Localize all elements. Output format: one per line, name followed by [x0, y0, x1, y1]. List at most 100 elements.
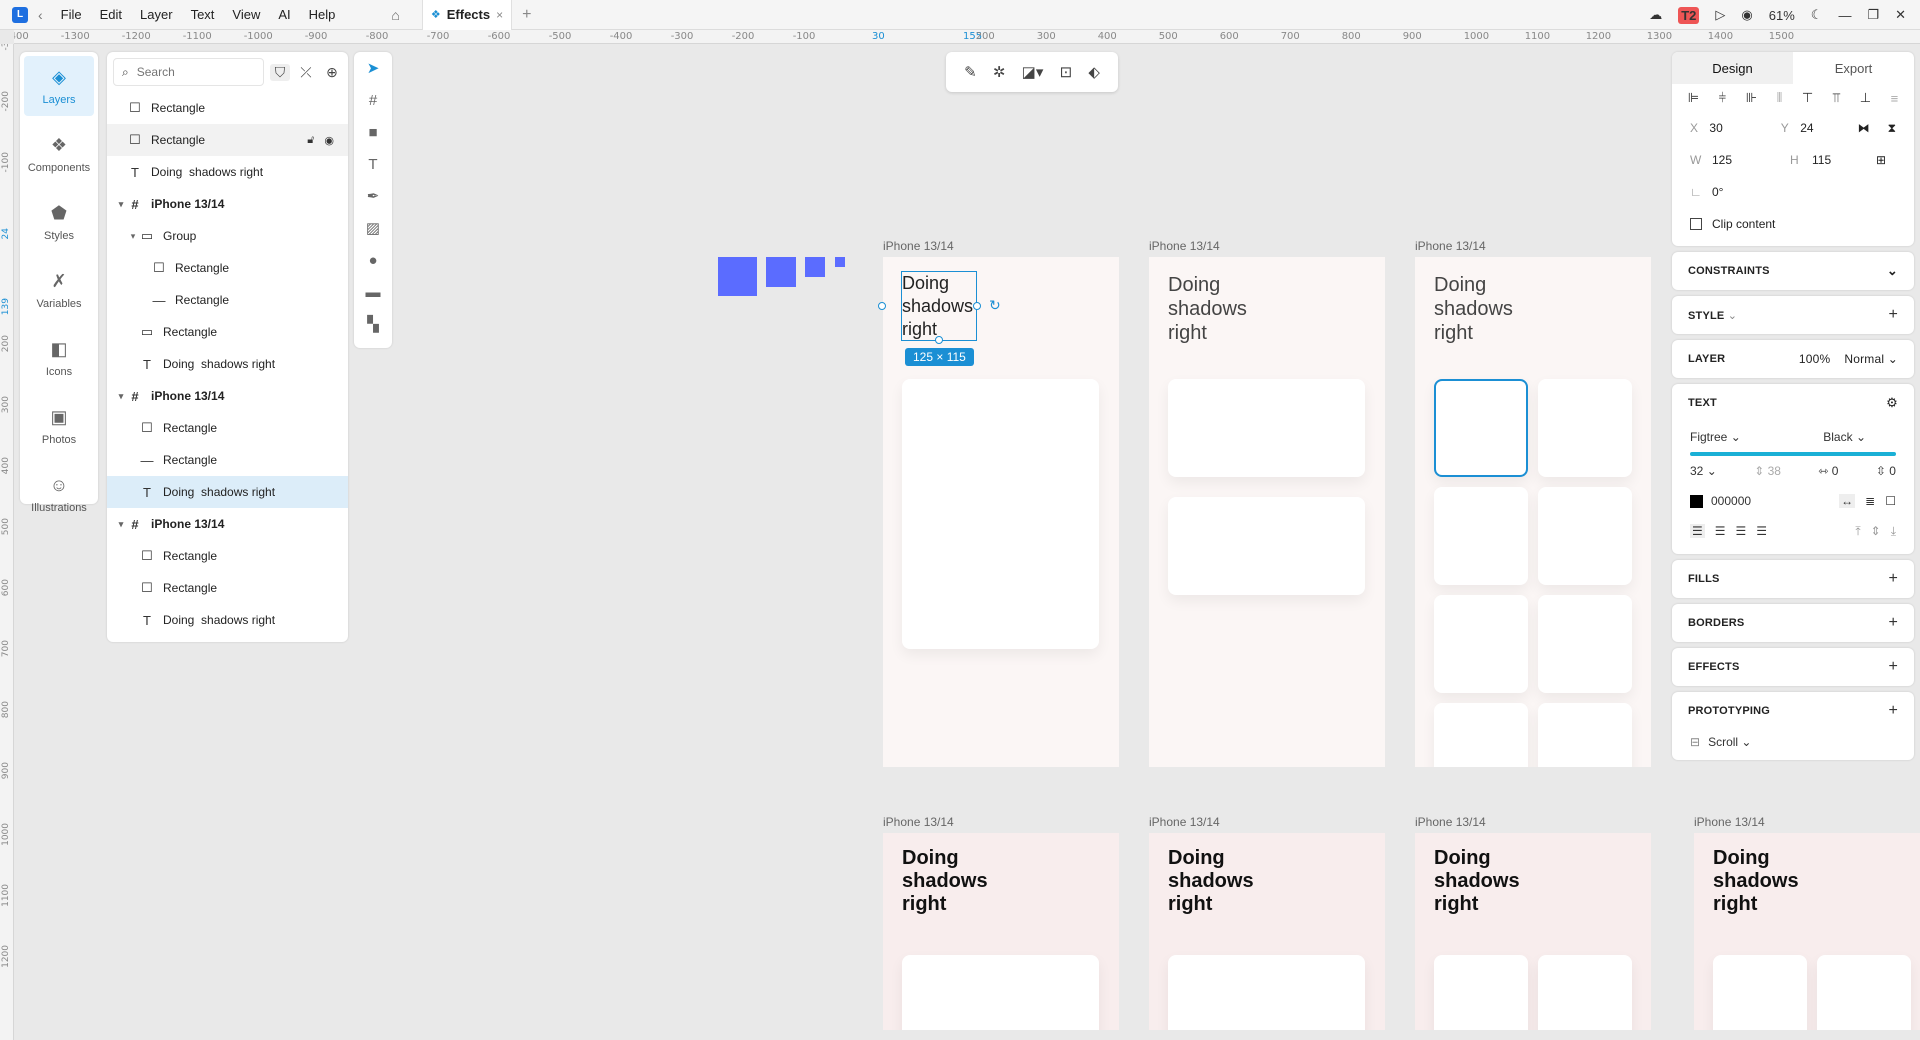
frame-label[interactable]: iPhone 13/14 — [1415, 239, 1486, 253]
visibility-eye-icon[interactable]: ◉ — [324, 134, 334, 147]
card[interactable] — [1434, 595, 1528, 693]
shape-tool-icon[interactable]: ■ — [354, 116, 392, 148]
dark-mode-icon[interactable]: ☾ — [1811, 7, 1823, 23]
paragraph-spacing-input[interactable]: ⇳ 0 — [1876, 464, 1896, 478]
layer-row[interactable]: T Doing shadows right — [107, 476, 348, 508]
layer-search[interactable]: ⌕ — [113, 58, 264, 86]
card[interactable] — [1434, 487, 1528, 585]
scroll-select[interactable]: Scroll ⌄ — [1708, 735, 1751, 749]
effects-section[interactable]: EFFECTS + — [1672, 648, 1914, 686]
align-text-justify-icon[interactable]: ☰ — [1756, 524, 1767, 538]
iphone-frame[interactable]: Doing shadows right — [1149, 257, 1385, 767]
line-height-input[interactable]: ⇕ 38 — [1754, 464, 1781, 478]
caret-down-icon[interactable]: ▾ — [115, 391, 127, 402]
clip-content-row[interactable]: Clip content — [1672, 208, 1914, 240]
layer-row[interactable]: ▾ # iPhone 13/14 — [107, 508, 348, 540]
user-avatar[interactable]: T2 — [1678, 6, 1700, 24]
tab-design[interactable]: Design — [1672, 52, 1793, 84]
filter-icon[interactable]: ⛉ — [270, 63, 290, 81]
minimize-icon[interactable]: — — [1838, 8, 1851, 23]
layer-row[interactable]: ☐ Rectangle — [107, 252, 348, 284]
text-tool-icon[interactable]: T — [354, 148, 392, 180]
frame-label[interactable]: iPhone 13/14 — [883, 815, 954, 829]
zoom-level[interactable]: 61% — [1769, 8, 1795, 23]
resize-handle[interactable] — [935, 336, 943, 344]
layer-row[interactable]: T Doing shadows right — [107, 604, 348, 636]
blend-mode-select[interactable]: Normal ⌄ — [1844, 352, 1898, 366]
menu-file[interactable]: File — [61, 7, 82, 22]
iphone-frame[interactable]: Doing shadows right — [1415, 257, 1651, 767]
align-middle-icon[interactable]: ⫪ — [1833, 90, 1840, 106]
menu-text[interactable]: Text — [191, 7, 215, 22]
avatar-tool-icon[interactable]: ● — [354, 244, 392, 276]
sidebar-item-variables[interactable]: ✗ Variables — [20, 256, 98, 324]
menu-layer[interactable]: Layer — [140, 7, 173, 22]
add-effect-icon[interactable]: + — [1888, 658, 1898, 676]
layer-row[interactable]: ☐ Rectangle — [107, 92, 348, 124]
align-text-middle-icon[interactable]: ⇕ — [1871, 524, 1881, 539]
fixed-size-icon[interactable]: ☐ — [1885, 494, 1896, 508]
resize-handle[interactable] — [973, 302, 981, 310]
sidebar-item-styles[interactable]: ⬟ Styles — [20, 188, 98, 256]
align-top-icon[interactable]: ⊤ — [1802, 90, 1813, 106]
fills-section[interactable]: FILLS + — [1672, 560, 1914, 598]
layer-row[interactable]: ☐ Rectangle — [107, 572, 348, 604]
pen-tool-icon[interactable]: ✒ — [354, 180, 392, 212]
layer-row[interactable]: ▾ # iPhone 13/14 — [107, 188, 348, 220]
constraints-section[interactable]: CONSTRAINTS ⌄ — [1672, 252, 1914, 290]
resize-handle[interactable] — [878, 302, 886, 310]
caret-down-icon[interactable]: ▾ — [115, 519, 127, 530]
card[interactable] — [1538, 703, 1632, 767]
align-bottom-icon[interactable]: ⊥ — [1860, 90, 1871, 106]
maximize-icon[interactable]: ❐ — [1867, 7, 1879, 23]
font-size-input[interactable]: 32 ⌄ — [1690, 464, 1717, 478]
sidebar-item-components[interactable]: ❖ Components — [20, 120, 98, 188]
letter-spacing-input[interactable]: ⇿ 0 — [1818, 464, 1838, 478]
card[interactable] — [1168, 497, 1365, 595]
iphone-frame[interactable]: Doing shadows right — [1149, 833, 1385, 1030]
layer-opacity[interactable]: 100% — [1799, 352, 1831, 366]
rotation-input[interactable]: 0° — [1712, 185, 1768, 199]
tab-export[interactable]: Export — [1793, 52, 1914, 84]
add-tab-icon[interactable]: + — [522, 6, 531, 24]
auto-height-icon[interactable]: ≣ — [1865, 494, 1875, 508]
sidebar-item-photos[interactable]: ▣ Photos — [20, 392, 98, 460]
card[interactable] — [1538, 955, 1632, 1030]
frame-label[interactable]: iPhone 13/14 — [1149, 815, 1220, 829]
frame-label[interactable]: iPhone 13/14 — [883, 239, 954, 253]
layer-row[interactable]: T Doing shadows right — [107, 156, 348, 188]
layer-row[interactable]: ▭ Rectangle — [107, 316, 348, 348]
align-text-bottom-icon[interactable]: ⤓ — [1891, 524, 1896, 539]
frame-label[interactable]: iPhone 13/14 — [1415, 815, 1486, 829]
cloud-sync-icon[interactable]: ☁ — [1649, 7, 1662, 23]
font-family-select[interactable]: Figtree ⌄ — [1690, 430, 1741, 444]
scroll-row[interactable]: ⊟ Scroll ⌄ — [1672, 730, 1914, 760]
font-weight-select[interactable]: Black ⌄ — [1823, 430, 1866, 444]
effects-sparkle-icon[interactable]: ✲ — [993, 63, 1006, 81]
distribute-v-icon[interactable]: ≡ — [1891, 91, 1899, 106]
text-settings-icon[interactable]: ⚙ — [1886, 395, 1898, 411]
canvas-square[interactable] — [805, 257, 825, 277]
y-input[interactable]: 24 — [1800, 121, 1849, 135]
sidebar-item-illustrations[interactable]: ☺ Illustrations — [20, 460, 98, 528]
search-input[interactable] — [136, 65, 237, 79]
iphone-frame[interactable]: Doing shadows right — [1415, 833, 1651, 1030]
prototyping-header[interactable]: PROTOTYPING + — [1672, 692, 1914, 730]
layer-row[interactable]: ▾ ▭ Group — [107, 220, 348, 252]
mask-icon[interactable]: ⊡ — [1060, 63, 1073, 81]
unlock-icon[interactable]: 🔓︎ — [307, 134, 314, 147]
collapse-icon[interactable]: ⤫ — [296, 64, 316, 81]
card[interactable] — [1538, 487, 1632, 585]
canvas-square[interactable] — [766, 257, 796, 287]
tab-effects[interactable]: ❖ Effects × — [421, 0, 513, 30]
layer-row[interactable]: T Doing shadows right — [107, 348, 348, 380]
rotate-handle-icon[interactable]: ↻ — [989, 297, 1001, 314]
add-style-icon[interactable]: + — [1888, 306, 1898, 324]
layer-row[interactable]: ☐ Rectangle — [107, 540, 348, 572]
constrain-proportions-icon[interactable]: ⊞ — [1876, 153, 1886, 167]
clip-content-checkbox[interactable] — [1690, 218, 1702, 230]
style-section[interactable]: STYLE ⌄ + — [1672, 296, 1914, 334]
card[interactable] — [1434, 379, 1528, 477]
x-input[interactable]: 30 — [1709, 121, 1758, 135]
card[interactable] — [902, 955, 1099, 1030]
